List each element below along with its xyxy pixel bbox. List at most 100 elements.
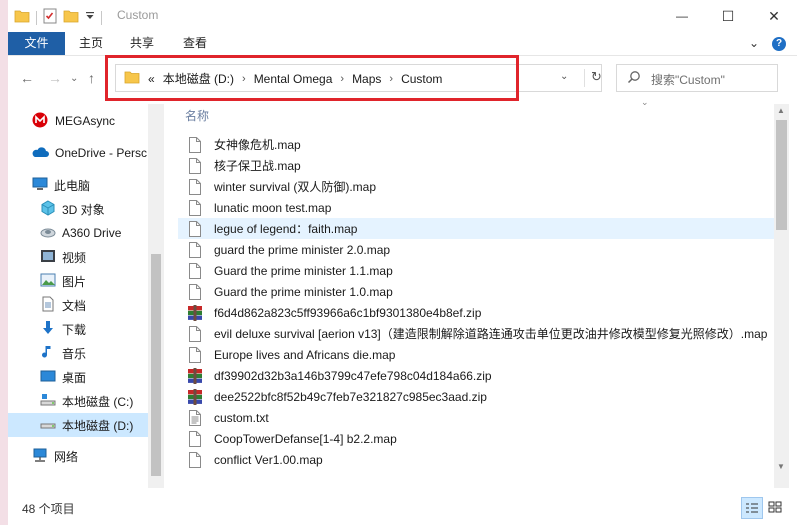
address-highlight-annotation xyxy=(105,55,519,101)
megasync-icon xyxy=(32,112,48,131)
sidebar-item-a360-drive[interactable]: A360 Drive xyxy=(8,221,148,245)
sidebar-item-videos[interactable]: 视频 xyxy=(8,245,148,269)
minimize-button[interactable]: — xyxy=(659,0,705,32)
status-bar: 48 个项目 xyxy=(8,493,797,525)
file-list: 名称 女神像危机.map 核子保卫战.map winter survival (双人… xyxy=(178,104,774,488)
maximize-button[interactable]: ☐ xyxy=(705,0,751,32)
customize-toolbar-icon[interactable] xyxy=(85,9,95,26)
tab-home[interactable]: 主页 xyxy=(71,32,111,55)
sidebar-item-this-pc[interactable]: 此电脑 xyxy=(8,173,148,197)
file-name: winter survival (双人防御).map xyxy=(214,180,377,194)
close-icon: ✕ xyxy=(768,7,780,24)
map-file-icon xyxy=(187,241,203,258)
file-name: 女神像危机.map xyxy=(214,138,301,152)
recent-locations-icon[interactable]: ⌄ xyxy=(70,73,78,84)
file-row[interactable]: conflict Ver1.00.map xyxy=(178,449,774,470)
forward-icon[interactable]: → xyxy=(48,70,62,86)
new-folder-icon[interactable] xyxy=(63,9,79,26)
close-button[interactable]: ✕ xyxy=(751,0,797,32)
file-row[interactable]: CoopTowerDefanse[1-4] b2.2.map xyxy=(178,428,774,449)
file-name: evil deluxe survival [aerion v13]（建造限制解除… xyxy=(214,327,768,341)
file-row[interactable]: Europe lives and Africans die.map xyxy=(178,344,774,365)
sidebar-item-megasync[interactable]: MEGAsync xyxy=(8,109,148,133)
search-box[interactable]: 搜索"Custom" xyxy=(616,64,778,92)
scroll-up-icon[interactable]: ▲ xyxy=(777,106,785,115)
file-name: 核子保卫战.map xyxy=(214,159,301,173)
large-icons-view-button[interactable] xyxy=(765,497,785,517)
music-icon xyxy=(40,344,56,363)
sidebar-item-drive-c[interactable]: 本地磁盘 (C:) xyxy=(8,389,148,413)
zip-archive-icon xyxy=(187,367,203,384)
details-view-button[interactable] xyxy=(741,497,763,519)
sidebar-item-label: 本地磁盘 (D:) xyxy=(62,418,134,433)
sidebar-item-drive-d[interactable]: 本地磁盘 (D:) xyxy=(8,413,148,437)
file-list-scrollbar[interactable]: ▲ ▼ xyxy=(774,104,789,488)
file-row[interactable]: custom.txt xyxy=(178,407,774,428)
tab-view[interactable]: 查看 xyxy=(175,32,215,55)
sidebar-item-desktop[interactable]: 桌面 xyxy=(8,365,148,389)
file-row[interactable]: guard the prime minister 2.0.map xyxy=(178,239,774,260)
3d-objects-icon xyxy=(40,199,56,219)
sidebar-item-pictures[interactable]: 图片 xyxy=(8,269,148,293)
map-file-icon xyxy=(187,220,203,237)
onedrive-icon xyxy=(31,145,49,162)
sidebar-item-label: A360 Drive xyxy=(62,226,122,240)
file-name: lunatic moon test.map xyxy=(214,200,332,215)
file-row[interactable]: f6d4d862a823c5ff93966a6c1bf9301380e4b8ef… xyxy=(178,302,774,323)
sidebar-item-network[interactable]: 网络 xyxy=(8,444,148,468)
ribbon-collapse-icon[interactable]: ⌄ xyxy=(749,36,759,50)
address-dropdown-icon[interactable]: ⌄ xyxy=(560,71,568,82)
tab-file[interactable]: 文件 xyxy=(8,32,65,55)
text-file-icon xyxy=(187,409,203,426)
explorer-window: Custom — ☐ ✕ 文件 主页 共享 查看 ⌄ ? ← → ⌄ ↑ « 本… xyxy=(8,0,797,525)
up-icon[interactable]: ↑ xyxy=(88,70,95,86)
file-row[interactable]: Guard the prime minister 1.0.map xyxy=(178,281,774,302)
sidebar-item-music[interactable]: 音乐 xyxy=(8,341,148,365)
tab-share[interactable]: 共享 xyxy=(122,32,162,55)
navigation-pane-scrollbar[interactable] xyxy=(148,104,164,488)
back-icon[interactable]: ← xyxy=(20,70,34,86)
search-input[interactable]: 搜索"Custom" xyxy=(651,71,725,88)
column-header-name[interactable]: 名称 xyxy=(185,107,209,124)
folder-icon xyxy=(14,9,30,26)
file-row[interactable]: df39902d32b3a146b3799c47efe798c04d184a66… xyxy=(178,365,774,386)
sidebar-item-label: 音乐 xyxy=(62,346,87,361)
scrollbar-thumb[interactable] xyxy=(151,254,161,476)
toolbar-divider xyxy=(36,10,37,25)
file-row[interactable]: lunatic moon test.map xyxy=(178,197,774,218)
sidebar-item-downloads[interactable]: 下载 xyxy=(8,317,148,341)
file-row[interactable]: legue of legend：faith.map xyxy=(178,218,774,239)
file-row[interactable]: dee2522bfc8f52b49c7feb7e321827c985ec3aad… xyxy=(178,386,774,407)
file-row[interactable]: 核子保卫战.map xyxy=(178,155,774,176)
scrollbar-thumb[interactable] xyxy=(776,120,787,230)
file-name: Guard the prime minister 1.0.map xyxy=(214,284,393,299)
help-icon[interactable]: ? xyxy=(772,37,786,51)
refresh-icon[interactable]: ↻ xyxy=(584,69,602,87)
file-row[interactable]: winter survival (双人防御).map xyxy=(178,176,774,197)
file-name: guard the prime minister 2.0.map xyxy=(214,242,391,257)
sidebar-item-label: 此电脑 xyxy=(54,178,91,193)
sidebar-item-label: OneDrive - Persc xyxy=(55,146,148,160)
drive-d-icon xyxy=(40,416,56,435)
toolbar-divider xyxy=(101,10,102,25)
file-name: df39902d32b3a146b3799c47efe798c04d184a66… xyxy=(214,368,492,383)
map-file-icon xyxy=(187,346,203,363)
details-view-icon xyxy=(746,503,758,513)
file-row[interactable]: evil deluxe survival [aerion v13]（建造限制解除… xyxy=(178,323,774,344)
map-file-icon xyxy=(187,430,203,447)
file-name: CoopTowerDefanse[1-4] b2.2.map xyxy=(214,431,397,446)
pictures-icon xyxy=(40,272,56,291)
sidebar-item-label: 本地磁盘 (C:) xyxy=(62,394,134,409)
file-row[interactable]: 女神像危机.map xyxy=(178,134,774,155)
desktop-icon xyxy=(40,368,56,387)
scroll-down-icon[interactable]: ▼ xyxy=(777,462,785,471)
file-row[interactable]: Guard the prime minister 1.1.map xyxy=(178,260,774,281)
properties-icon[interactable] xyxy=(43,8,57,27)
sidebar-item-3d-objects[interactable]: 3D 对象 xyxy=(8,197,148,221)
zip-archive-icon xyxy=(187,304,203,321)
map-file-icon xyxy=(187,136,203,153)
sidebar-item-documents[interactable]: 文档 xyxy=(8,293,148,317)
downloads-icon xyxy=(40,320,56,339)
sidebar-item-onedrive[interactable]: OneDrive - Persc xyxy=(8,141,148,165)
file-name: conflict Ver1.00.map xyxy=(214,452,323,467)
